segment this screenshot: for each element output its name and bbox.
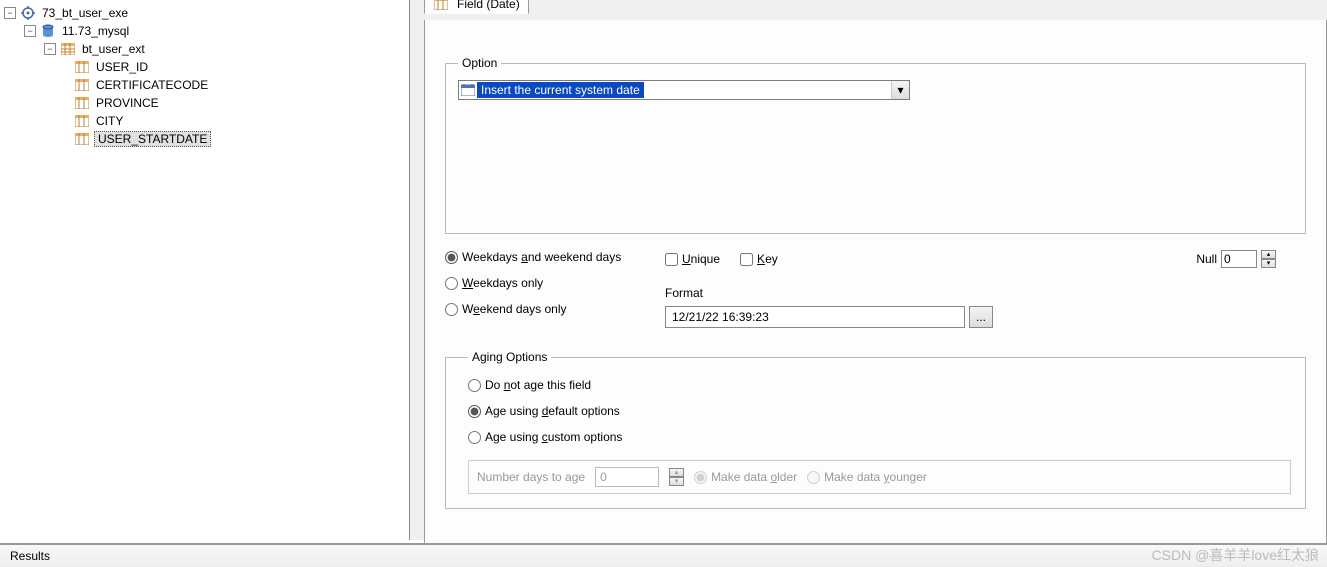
column-icon: [74, 78, 90, 92]
num-days-spinner: ▴ ▾: [669, 468, 684, 486]
option-legend: Option: [458, 56, 501, 70]
column-icon: [74, 114, 90, 128]
num-days-input: [595, 467, 659, 487]
aging-group: Aging Options Do not age this field Age …: [445, 350, 1306, 509]
spinner-down-icon[interactable]: ▾: [1261, 259, 1276, 268]
radio-weekend-only[interactable]: Weekend days only: [445, 302, 645, 316]
tree-table[interactable]: bt_user_ext: [80, 42, 147, 56]
tree-panel: − 73_bt_user_exe − 11.73_mysql − bt_user…: [0, 0, 410, 540]
results-label: Results: [10, 549, 50, 563]
tree-root[interactable]: 73_bt_user_exe: [40, 6, 130, 20]
option-group: Option Insert the current system date ▾: [445, 56, 1306, 234]
tree-column[interactable]: CERTIFICATECODE: [94, 78, 210, 92]
option-dropdown[interactable]: Insert the current system date ▾: [458, 80, 910, 100]
tree-toggle[interactable]: −: [44, 43, 56, 55]
tree-column[interactable]: PROVINCE: [94, 96, 161, 110]
aging-legend: Aging Options: [468, 350, 551, 364]
watermark: CSDN @喜羊羊love红太狼: [1152, 545, 1319, 565]
properties-panel: Field (Date) Option Insert the current s…: [410, 0, 1327, 540]
column-icon: [74, 60, 90, 74]
radio-make-younger: Make data younger: [807, 470, 927, 484]
database-icon: [40, 24, 56, 38]
spinner-up-icon: ▴: [669, 468, 684, 477]
checkbox-unique[interactable]: Unique: [665, 252, 720, 266]
calendar-icon: [459, 82, 477, 98]
radio-weekdays-only[interactable]: Weekdays only: [445, 276, 645, 290]
column-icon: [74, 96, 90, 110]
tab-label: Field (Date): [457, 0, 520, 11]
radio-age-default[interactable]: Age using default options: [468, 404, 1291, 418]
null-input[interactable]: [1221, 250, 1257, 268]
tree-toggle[interactable]: −: [4, 7, 16, 19]
tab-field-date[interactable]: Field (Date): [424, 0, 529, 14]
checkbox-key[interactable]: Key: [740, 252, 778, 266]
tree-column[interactable]: USER_ID: [94, 60, 150, 74]
spinner-up-icon[interactable]: ▴: [1261, 250, 1276, 259]
null-spinner[interactable]: ▴ ▾: [1261, 250, 1276, 268]
column-icon: [433, 0, 449, 11]
option-selected: Insert the current system date: [477, 82, 644, 98]
radio-make-older: Make data older: [694, 470, 797, 484]
null-label: Null: [1196, 252, 1217, 266]
custom-age-subrow: Number days to age ▴ ▾ Make data older M…: [468, 460, 1291, 494]
format-browse-button[interactable]: ...: [969, 306, 993, 328]
radio-do-not-age[interactable]: Do not age this field: [468, 378, 1291, 392]
gear-icon: [20, 6, 36, 20]
tree-db[interactable]: 11.73_mysql: [60, 24, 131, 38]
tree-column[interactable]: CITY: [94, 114, 125, 128]
format-label: Format: [665, 286, 1306, 300]
tree-column-selected[interactable]: USER_STARTDATE: [94, 131, 211, 147]
format-input[interactable]: [665, 306, 965, 328]
radio-weekdays-and-weekend[interactable]: Weekdays and weekend days: [445, 250, 645, 264]
num-days-label: Number days to age: [477, 470, 585, 484]
tree-toggle[interactable]: −: [24, 25, 36, 37]
column-icon: [74, 132, 90, 146]
results-bar[interactable]: Results: [0, 543, 1327, 567]
radio-age-custom[interactable]: Age using custom options: [468, 430, 1291, 444]
chevron-down-icon[interactable]: ▾: [891, 81, 909, 99]
spinner-down-icon: ▾: [669, 477, 684, 486]
table-icon: [60, 42, 76, 56]
